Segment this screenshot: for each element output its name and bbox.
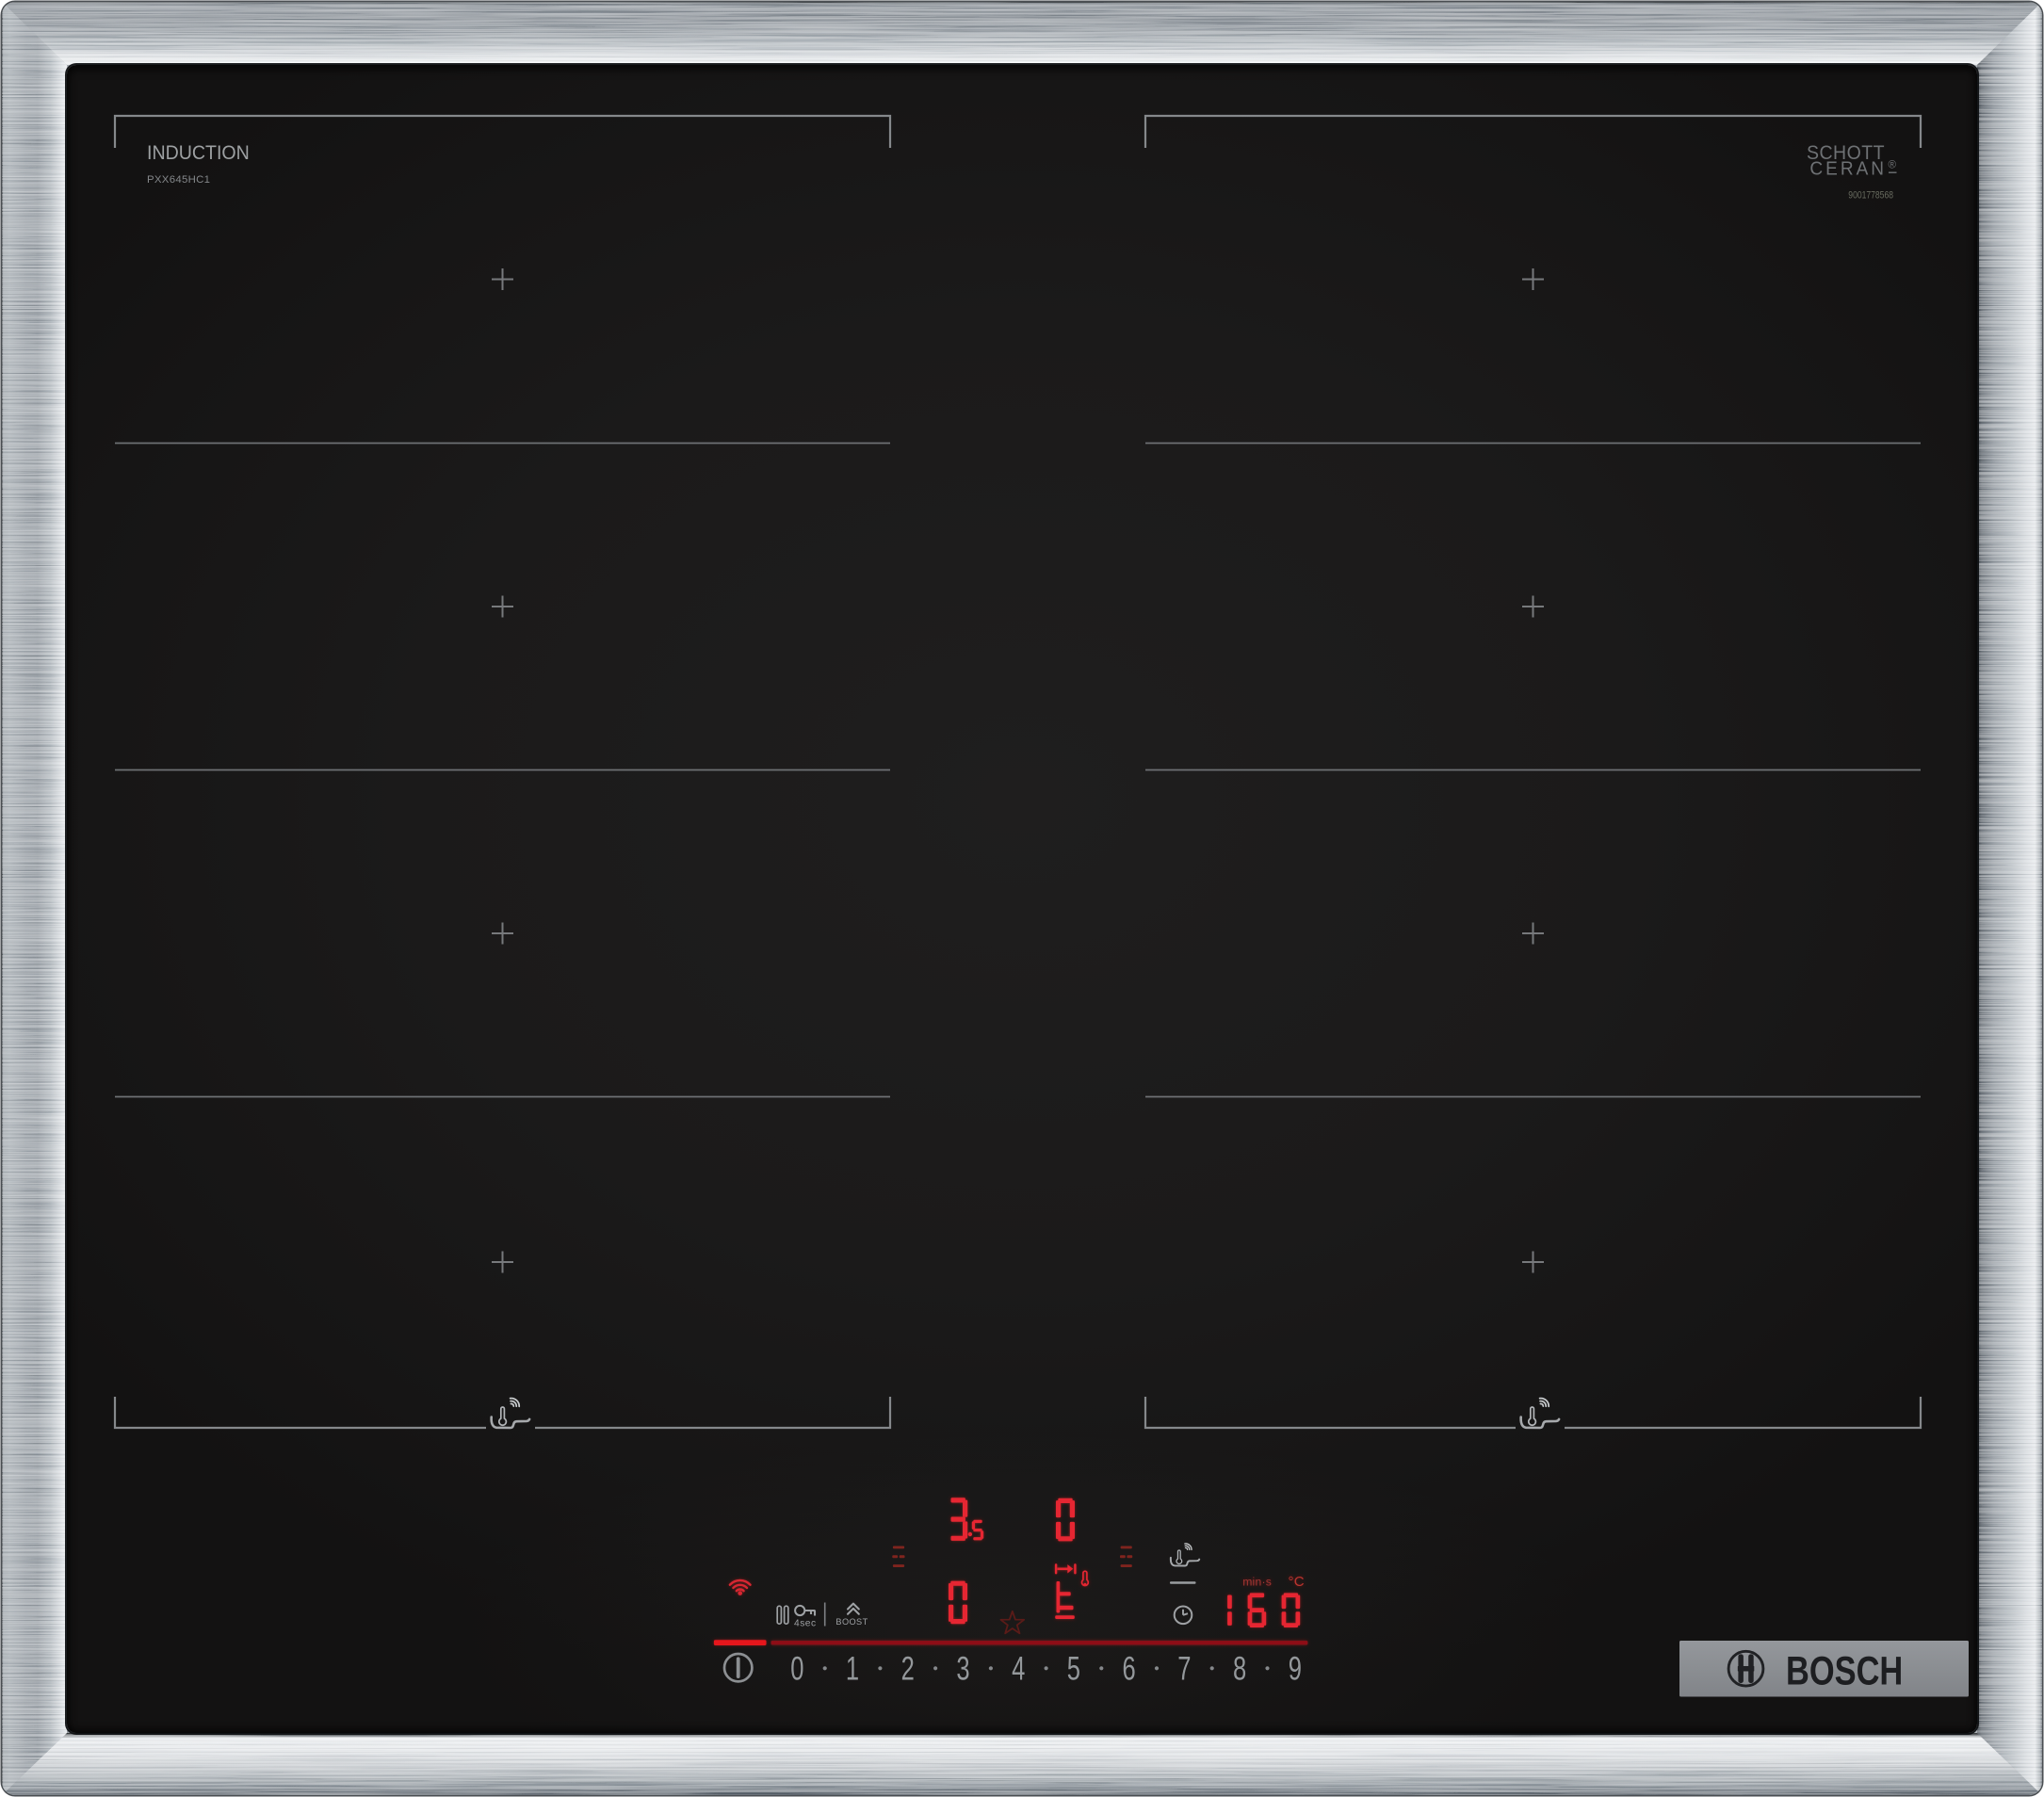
svg-text:9: 9 xyxy=(1289,1649,1302,1687)
svg-text:9001778568: 9001778568 xyxy=(1848,190,1893,202)
svg-text:7: 7 xyxy=(1177,1649,1191,1687)
svg-text:3: 3 xyxy=(956,1649,969,1687)
svg-text:4: 4 xyxy=(1012,1649,1025,1687)
svg-text:®: ® xyxy=(1889,160,1897,171)
svg-text:1: 1 xyxy=(846,1649,859,1687)
svg-text:INDUCTION: INDUCTION xyxy=(147,141,250,164)
svg-text:4sec: 4sec xyxy=(794,1619,817,1629)
svg-text:BOSCH: BOSCH xyxy=(1786,1649,1903,1693)
svg-text:2: 2 xyxy=(901,1649,915,1687)
svg-text:0: 0 xyxy=(790,1649,803,1687)
svg-text:BOOST: BOOST xyxy=(835,1617,868,1627)
svg-text:CERAN: CERAN xyxy=(1809,158,1887,180)
svg-text:8: 8 xyxy=(1233,1649,1246,1687)
svg-text:°C: °C xyxy=(1289,1574,1305,1590)
svg-text:6: 6 xyxy=(1122,1649,1135,1687)
svg-text:PXX645HC1: PXX645HC1 xyxy=(147,174,210,186)
svg-text:min·s: min·s xyxy=(1242,1576,1272,1589)
svg-text:5: 5 xyxy=(1067,1649,1080,1687)
